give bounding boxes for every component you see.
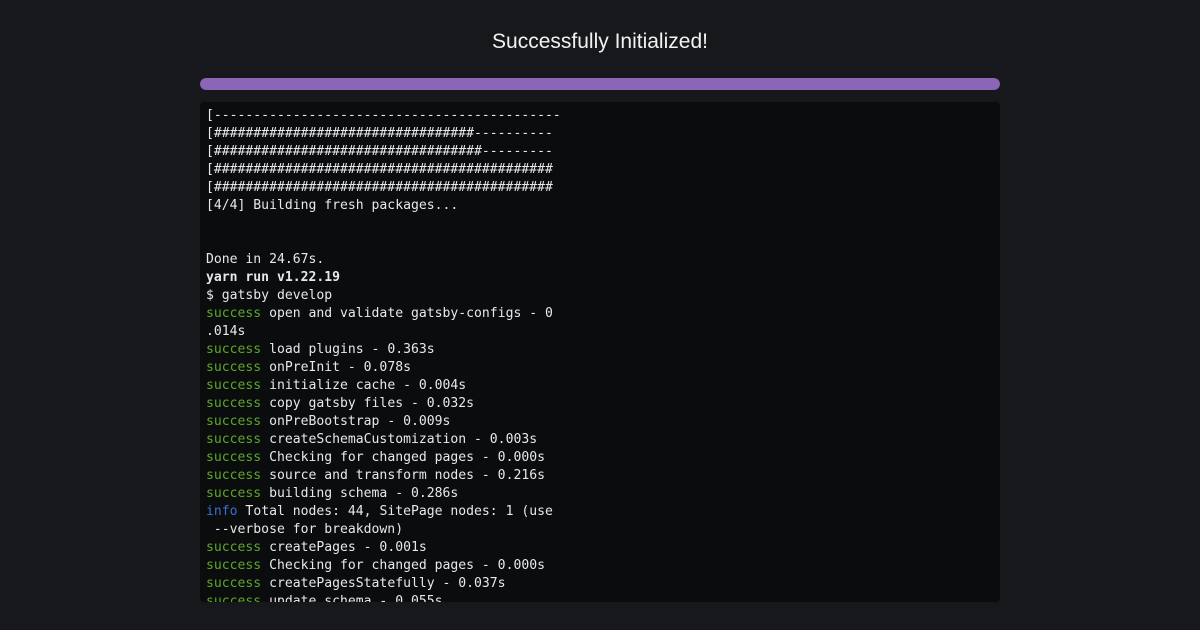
terminal-line: success Checking for changed pages - 0.0…	[206, 557, 566, 575]
log-text: createPagesStatefully - 0.037s	[261, 576, 506, 591]
terminal-line: success createSchemaCustomization - 0.00…	[206, 431, 566, 449]
log-text: [---------------------------------------…	[206, 108, 561, 123]
log-level-success: success	[206, 360, 262, 375]
log-text: onPreInit - 0.078s	[261, 360, 411, 375]
terminal-line: [##################################-----…	[206, 143, 566, 161]
log-level-success: success	[206, 306, 262, 321]
log-text: onPreBootstrap - 0.009s	[261, 414, 451, 429]
log-text: load plugins - 0.363s	[261, 342, 435, 357]
terminal-line: success open and validate gatsby-configs…	[206, 305, 566, 323]
log-level-success: success	[206, 540, 262, 555]
log-text: building schema - 0.286s	[261, 486, 459, 501]
terminal-line: success load plugins - 0.363s	[206, 341, 566, 359]
progress-bar	[200, 78, 1000, 90]
log-text: [#######################################…	[206, 180, 553, 195]
log-level-success: success	[206, 342, 262, 357]
terminal-output[interactable]: [---------------------------------------…	[200, 102, 1000, 602]
terminal-line: [#######################################…	[206, 179, 566, 197]
terminal-line: success source and transform nodes - 0.2…	[206, 467, 566, 485]
log-text: copy gatsby files - 0.032s	[261, 396, 475, 411]
log-level-success: success	[206, 378, 262, 393]
terminal-line: [#######################################…	[206, 161, 566, 179]
terminal-line: success update schema - 0.055s	[206, 593, 566, 602]
log-level-success: success	[206, 432, 262, 447]
terminal-line: --verbose for breakdown)	[206, 521, 566, 539]
log-text: createPages - 0.001s	[261, 540, 427, 555]
log-text: open and validate gatsby-configs - 0	[261, 306, 553, 321]
terminal-line: [4/4] Building fresh packages...	[206, 197, 566, 215]
terminal-line: info Total nodes: 44, SitePage nodes: 1 …	[206, 503, 566, 521]
terminal-line: success initialize cache - 0.004s	[206, 377, 566, 395]
log-level-success: success	[206, 486, 262, 501]
log-text: source and transform nodes - 0.216s	[261, 468, 545, 483]
terminal-line: [---------------------------------------…	[206, 107, 566, 125]
log-text: createSchemaCustomization - 0.003s	[261, 432, 538, 447]
log-level-info: info	[206, 504, 238, 519]
log-level-success: success	[206, 450, 262, 465]
log-level-success: success	[206, 396, 262, 411]
terminal-line: success Checking for changed pages - 0.0…	[206, 449, 566, 467]
progress-bar-fill	[200, 78, 1000, 90]
log-text: $ gatsby develop	[206, 288, 333, 303]
terminal-line: [#################################------…	[206, 125, 566, 143]
page-title: Successfully Initialized!	[492, 30, 708, 53]
terminal-line: success createPages - 0.001s	[206, 539, 566, 557]
terminal-line: success building schema - 0.286s	[206, 485, 566, 503]
terminal-line: success createPagesStatefully - 0.037s	[206, 575, 566, 593]
terminal-line: .014s	[206, 323, 566, 341]
log-text: [4/4] Building fresh packages...	[206, 198, 459, 213]
terminal-line: success copy gatsby files - 0.032s	[206, 395, 566, 413]
terminal-line: Done in 24.67s.	[206, 251, 566, 269]
terminal-line: $ gatsby develop	[206, 287, 566, 305]
log-text: update schema - 0.055s	[261, 594, 443, 602]
log-level-success: success	[206, 558, 262, 573]
log-text: [#################################------…	[206, 126, 553, 141]
terminal-line: success onPreInit - 0.078s	[206, 359, 566, 377]
log-text: Done in 24.67s.	[206, 252, 325, 267]
log-text: Checking for changed pages - 0.000s	[261, 558, 545, 573]
log-text: yarn run v1.22.19	[206, 270, 341, 285]
log-text: initialize cache - 0.004s	[261, 378, 467, 393]
log-text: Total nodes: 44, SitePage nodes: 1 (use	[237, 504, 553, 519]
log-text: .014s	[206, 324, 246, 339]
terminal-line: yarn run v1.22.19	[206, 269, 566, 287]
log-text: [#######################################…	[206, 162, 553, 177]
log-text: [##################################-----…	[206, 144, 553, 159]
log-level-success: success	[206, 414, 262, 429]
log-text: Checking for changed pages - 0.000s	[261, 450, 545, 465]
terminal-line: success onPreBootstrap - 0.009s	[206, 413, 566, 431]
log-level-success: success	[206, 576, 262, 591]
terminal-log: [---------------------------------------…	[206, 107, 566, 602]
log-level-success: success	[206, 468, 262, 483]
log-level-success: success	[206, 594, 262, 602]
log-text: --verbose for breakdown)	[206, 522, 404, 537]
